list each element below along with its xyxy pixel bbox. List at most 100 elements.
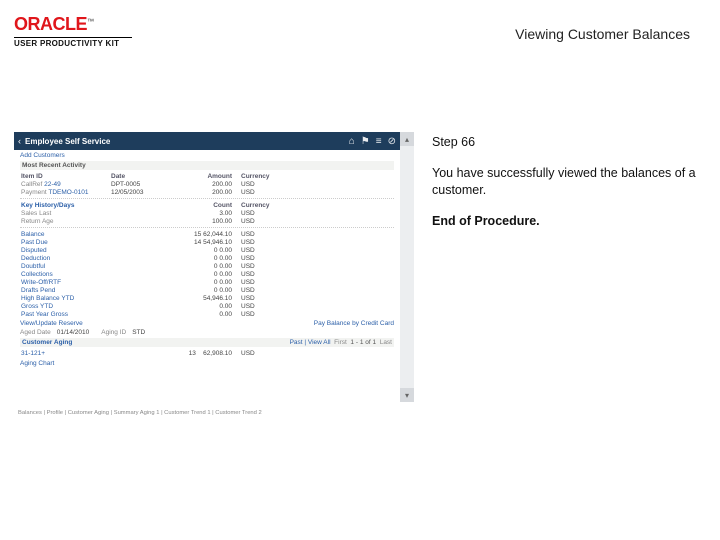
balance-metric-link[interactable]: Past Year Gross [20, 310, 180, 318]
table-cell: 0 0.00 [180, 262, 240, 270]
back-icon[interactable]: ‹ [18, 136, 21, 146]
page-title: Viewing Customer Balances [515, 26, 690, 42]
col-count: Count [180, 201, 240, 209]
table-cell: USD [240, 254, 300, 262]
table-cell: USD [240, 286, 300, 294]
balance-metrics-table: Balance15 62,044.10USDPast Due14 54,946.… [20, 230, 394, 318]
app-header-bar: ‹ Employee Self Service ⌂ ⚑ ≡ ⊘ [14, 132, 400, 150]
balance-metric-link[interactable]: Balance [20, 230, 180, 238]
end-of-procedure: End of Procedure. [432, 213, 697, 230]
table-cell: USD [240, 270, 300, 278]
col-currency2: Currency [240, 201, 300, 209]
table-row: Sales Last 3.00 USD [20, 209, 394, 217]
pager-range: 1 - 1 of 1 [350, 339, 376, 346]
table-cell: 0 0.00 [180, 278, 240, 286]
customer-aging-bar: Customer Aging Past | View All First 1 -… [20, 338, 394, 347]
table-cell: 0.00 [180, 302, 240, 310]
balance-metric-link[interactable]: High Balance YTD [20, 294, 180, 302]
table-cell: 12/05/2003 [110, 188, 180, 196]
brand-block: ORACLE™ USER PRODUCTIVITY KIT [14, 14, 132, 48]
table-cell: USD [240, 294, 300, 302]
table-row: Past Due14 54,946.10USD [20, 238, 394, 246]
table-cell: 14 54,946.10 [180, 238, 240, 246]
aging-chart-link[interactable]: Aging Chart [20, 360, 394, 367]
help-icon[interactable]: ⊘ [388, 136, 396, 147]
app-title: Employee Self Service [25, 137, 110, 146]
table-cell: 15 62,044.10 [180, 230, 240, 238]
table-row: Past Year Gross0.00USD [20, 310, 394, 318]
table-cell: USD [240, 278, 300, 286]
menu-icon[interactable]: ≡ [376, 136, 382, 147]
aging-row: 31-121+ 13 62,908.10 USD [20, 349, 394, 357]
table-cell: 0.00 [180, 310, 240, 318]
table-row: Return Age 100.00 USD [20, 217, 394, 225]
table-cell: USD [240, 262, 300, 270]
step-label: Step 66 [432, 134, 697, 151]
table-row: Gross YTD0.00USD [20, 302, 394, 310]
table-cell: 0 0.00 [180, 246, 240, 254]
key-history-link[interactable]: Key History/Days [20, 201, 180, 209]
table-cell: USD [240, 180, 300, 188]
pager-first: First [334, 339, 347, 346]
table-row: Payment TDEMO-0101 [20, 188, 110, 196]
table-row: Deduction0 0.00USD [20, 254, 394, 262]
balance-metric-link[interactable]: Doubtful [20, 262, 180, 270]
balance-metric-link[interactable]: Gross YTD [20, 302, 180, 310]
instruction-panel: Step 66 You have successfully viewed the… [432, 134, 697, 230]
aging-bucket-link[interactable]: 31-121+ [20, 349, 180, 357]
table-cell: 54,946.10 [180, 294, 240, 302]
home-icon[interactable]: ⌂ [349, 136, 355, 147]
scroll-up-icon[interactable]: ▴ [400, 132, 414, 146]
table-row: Doubtful0 0.00USD [20, 262, 394, 270]
table-cell: 0 0.00 [180, 286, 240, 294]
table-cell: 0 0.00 [180, 270, 240, 278]
trademark-icon: ™ [87, 19, 94, 26]
brand-divider [14, 37, 132, 38]
table-cell: USD [240, 230, 300, 238]
table-cell: USD [240, 302, 300, 310]
balance-metric-link[interactable]: Disputed [20, 246, 180, 254]
key-history-header: Key History/Days Count Currency [20, 201, 394, 209]
brand-wordmark: ORACLE [14, 14, 87, 34]
col-item-id: Item ID [20, 172, 110, 180]
col-amount: Amount [180, 172, 240, 180]
section-most-recent: Most Recent Activity [20, 161, 394, 170]
table-cell: USD [240, 238, 300, 246]
balance-metric-link[interactable]: Deduction [20, 254, 180, 262]
view-all-link[interactable]: Past | View All [290, 339, 331, 346]
embedded-screenshot: ▴ ▾ ‹ Employee Self Service ⌂ ⚑ ≡ ⊘ Add … [14, 132, 414, 402]
view-update-reserve-link[interactable]: View/Update Reserve [20, 320, 83, 327]
table-cell: USD [240, 188, 300, 196]
table-cell: DPT-0005 [110, 180, 180, 188]
balance-metric-link[interactable]: Past Due [20, 238, 180, 246]
brand-subtitle: USER PRODUCTIVITY KIT [14, 39, 132, 48]
add-customers-link[interactable]: Add Customers [20, 152, 394, 159]
balance-metric-link[interactable]: Collections [20, 270, 180, 278]
table-row: Collections0 0.00USD [20, 270, 394, 278]
table-cell: 0 0.00 [180, 254, 240, 262]
table-row: Disputed0 0.00USD [20, 246, 394, 254]
pager-last: Last [380, 339, 392, 346]
col-date: Date [110, 172, 180, 180]
balance-metric-link[interactable]: Write-Off/RTF [20, 278, 180, 286]
table-row: Write-Off/RTF0 0.00USD [20, 278, 394, 286]
table-row: High Balance YTD54,946.10USD [20, 294, 394, 302]
table-row: Drafts Pend0 0.00USD [20, 286, 394, 294]
recent-activity-table: Item ID Date Amount Currency CallRef 22-… [20, 172, 394, 196]
table-row: CallRef 22-49 [20, 180, 110, 188]
table-row: Balance15 62,044.10USD [20, 230, 394, 238]
step-body: You have successfully viewed the balance… [432, 165, 697, 199]
table-cell: 200.00 [180, 188, 240, 196]
table-cell: USD [240, 310, 300, 318]
scrollbar-track[interactable] [400, 132, 414, 402]
aging-params: Aged Date 01/14/2010 Aging ID STD [20, 329, 394, 336]
scroll-down-icon[interactable]: ▾ [400, 388, 414, 402]
balance-metric-link[interactable]: Drafts Pend [20, 286, 180, 294]
customer-aging-link[interactable]: Customer Aging [22, 339, 72, 346]
bottom-tabs[interactable]: Balances | Profile | Customer Aging | Su… [14, 410, 262, 416]
table-cell: USD [240, 246, 300, 254]
col-currency: Currency [240, 172, 300, 180]
pay-by-card-link[interactable]: Pay Balance by Credit Card [314, 320, 394, 327]
table-cell: 200.00 [180, 180, 240, 188]
flag-icon[interactable]: ⚑ [361, 136, 370, 147]
